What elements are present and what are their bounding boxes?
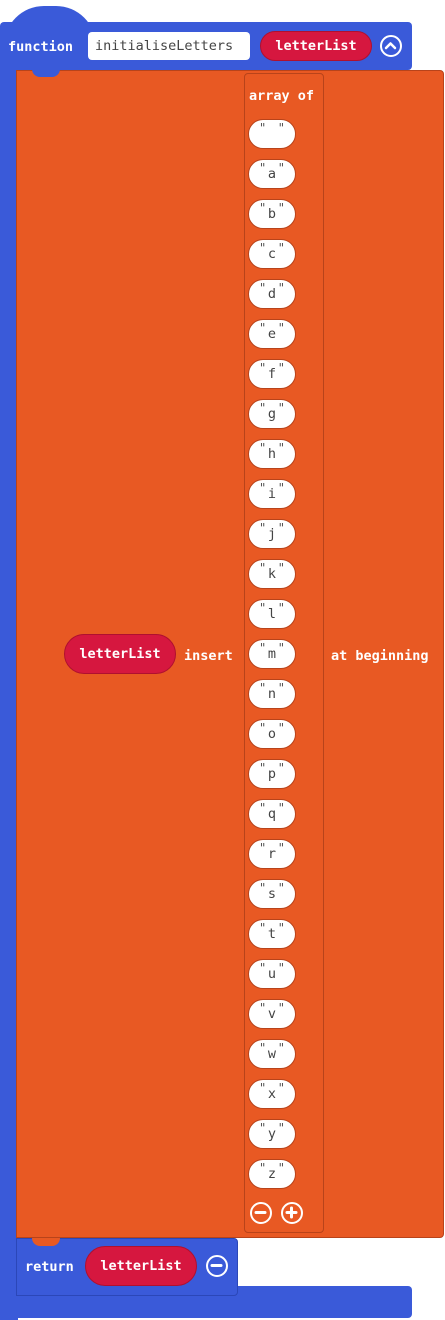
string-value[interactable]: m [249, 640, 295, 668]
string-literal-item[interactable]: " l " [248, 599, 296, 629]
quote-mark: " [277, 681, 285, 695]
string-literal-item[interactable]: " n " [248, 679, 296, 709]
string-literal-item[interactable]: " i " [248, 479, 296, 509]
plus-circle-icon[interactable] [281, 1202, 303, 1224]
quote-mark: " [277, 201, 285, 215]
string-value[interactable]: a [249, 160, 295, 188]
string-value[interactable]: v [249, 1000, 295, 1028]
quote-mark: " [277, 841, 285, 855]
string-value[interactable]: y [249, 1120, 295, 1148]
string-literal-item[interactable]: " h " [248, 439, 296, 469]
string-literal-item[interactable]: " q " [248, 799, 296, 829]
string-value[interactable]: s [249, 880, 295, 908]
quote-mark: " [277, 361, 285, 375]
function-keyword: function [8, 39, 74, 55]
quote-mark: " [277, 761, 285, 775]
minus-circle-icon[interactable] [206, 1255, 228, 1277]
string-literal-item[interactable]: " z " [248, 1159, 296, 1189]
quote-mark: " [277, 401, 285, 415]
function-name-input[interactable]: initialiseLetters [88, 32, 250, 60]
block-notch [32, 69, 60, 77]
string-literal-item[interactable]: " r " [248, 839, 296, 869]
return-keyword: return [25, 1259, 74, 1275]
string-literal-item[interactable]: " f " [248, 359, 296, 389]
string-value[interactable]: d [249, 280, 295, 308]
quote-mark: " [277, 641, 285, 655]
minus-circle-icon[interactable] [250, 1202, 272, 1224]
string-literal-item[interactable]: " e " [248, 319, 296, 349]
string-value[interactable]: z [249, 1160, 295, 1188]
string-literal-item[interactable]: " u " [248, 959, 296, 989]
quote-mark: " [277, 561, 285, 575]
quote-mark: " [277, 881, 285, 895]
quote-mark: " [277, 121, 285, 135]
string-value[interactable]: b [249, 200, 295, 228]
string-value[interactable]: e [249, 320, 295, 348]
quote-mark: " [259, 121, 267, 135]
insert-keyword: insert [184, 648, 233, 664]
quote-mark: " [277, 921, 285, 935]
quote-mark: " [277, 1001, 285, 1015]
string-value[interactable]: q [249, 800, 295, 828]
block-notch [32, 1238, 60, 1246]
quote-mark: " [277, 721, 285, 735]
string-value[interactable]: k [249, 560, 295, 588]
string-literal-item[interactable]: " s " [248, 879, 296, 909]
string-literal-item[interactable]: " a " [248, 159, 296, 189]
string-literal-item[interactable]: " p " [248, 759, 296, 789]
string-literal-item[interactable]: " j " [248, 519, 296, 549]
string-literal-item[interactable]: " w " [248, 1039, 296, 1069]
string-value[interactable]: r [249, 840, 295, 868]
quote-mark: " [277, 521, 285, 535]
quote-mark: " [277, 801, 285, 815]
string-value[interactable]: i [249, 480, 295, 508]
string-value[interactable]: g [249, 400, 295, 428]
quote-mark: " [277, 1041, 285, 1055]
string-literal-item[interactable]: " b " [248, 199, 296, 229]
string-literal-item[interactable]: " o " [248, 719, 296, 749]
quote-mark: " [277, 1121, 285, 1135]
quote-mark: " [277, 1081, 285, 1095]
string-literal-item[interactable]: " g " [248, 399, 296, 429]
quote-mark: " [277, 321, 285, 335]
string-value[interactable]: c [249, 240, 295, 268]
parameter-pill[interactable]: letterList [260, 31, 372, 61]
string-value[interactable]: f [249, 360, 295, 388]
chevron-up-icon[interactable] [380, 35, 402, 57]
target-list-pill[interactable]: letterList [64, 634, 176, 674]
string-value[interactable]: w [249, 1040, 295, 1068]
string-literal-item[interactable]: " " [248, 119, 296, 149]
string-literal-item[interactable]: " d " [248, 279, 296, 309]
string-value[interactable]: o [249, 720, 295, 748]
quote-mark: " [277, 281, 285, 295]
string-value[interactable]: n [249, 680, 295, 708]
quote-mark: " [277, 241, 285, 255]
string-value[interactable]: x [249, 1080, 295, 1108]
string-value[interactable]: t [249, 920, 295, 948]
quote-mark: " [277, 161, 285, 175]
string-literal-item[interactable]: " c " [248, 239, 296, 269]
string-value[interactable]: j [249, 520, 295, 548]
return-value-pill[interactable]: letterList [85, 1246, 197, 1286]
string-value[interactable]: p [249, 760, 295, 788]
string-literal-item[interactable]: " v " [248, 999, 296, 1029]
string-literal-item[interactable]: " k " [248, 559, 296, 589]
string-value[interactable]: u [249, 960, 295, 988]
string-literal-item[interactable]: " x " [248, 1079, 296, 1109]
quote-mark: " [277, 961, 285, 975]
position-dropdown[interactable]: at beginning [331, 648, 429, 664]
quote-mark: " [277, 601, 285, 615]
string-value[interactable]: l [249, 600, 295, 628]
quote-mark: " [277, 481, 285, 495]
quote-mark: " [277, 1161, 285, 1175]
string-value[interactable]: h [249, 440, 295, 468]
array-of-label: array of [249, 88, 315, 104]
string-literal-item[interactable]: " m " [248, 639, 296, 669]
string-literal-item[interactable]: " t " [248, 919, 296, 949]
quote-mark: " [277, 441, 285, 455]
string-literal-item[interactable]: " y " [248, 1119, 296, 1149]
